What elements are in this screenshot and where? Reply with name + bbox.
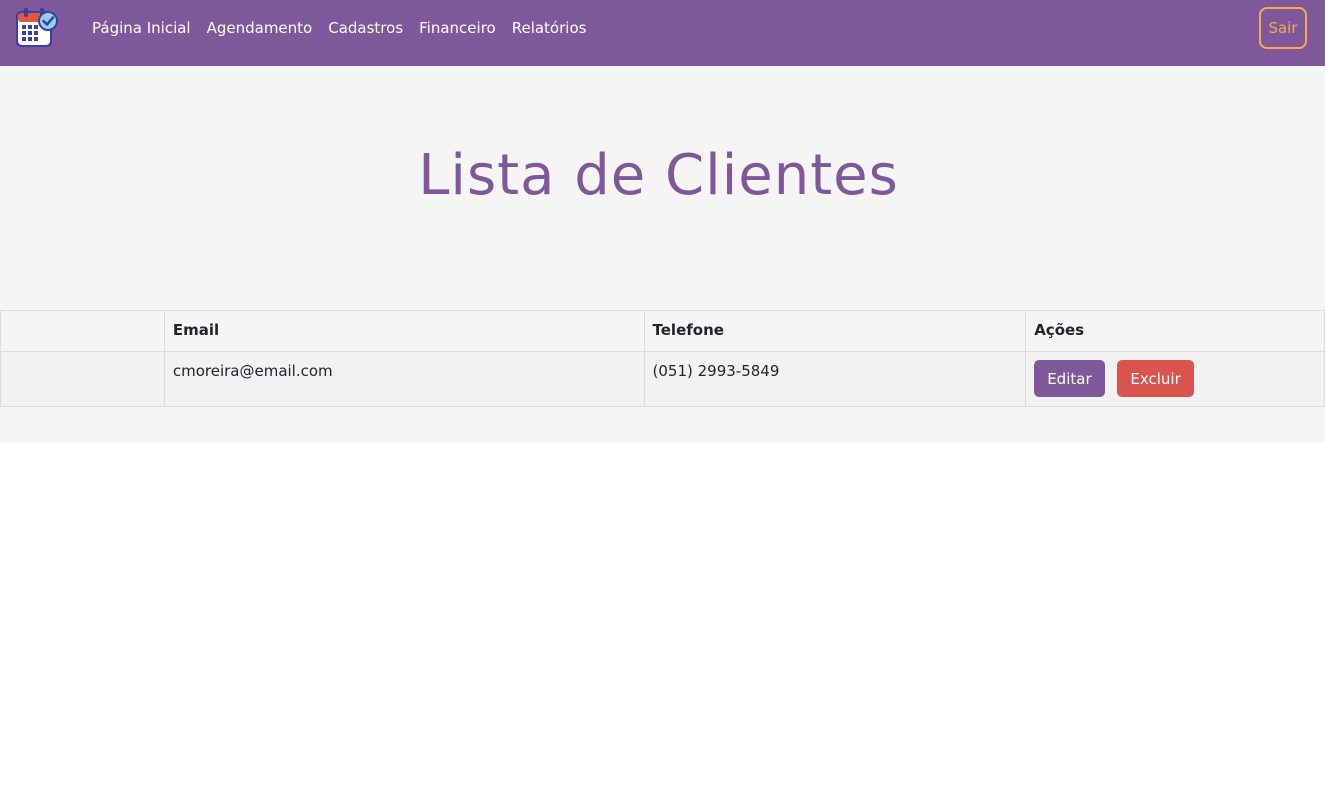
delete-button[interactable]: Excluir [1117,360,1194,397]
logout-button[interactable]: Sair [1259,7,1307,49]
column-header-phone: Telefone [643,310,1027,352]
cell-actions: Editar Excluir [1025,351,1325,407]
main-content: Lista de Clientes Email Telefone Ações c… [0,66,1325,443]
nav-links: Página Inicial Agendamento Cadastros Fin… [92,0,602,56]
cell-phone: (051) 2993-5849 [643,351,1027,407]
column-header-actions: Ações [1025,310,1325,352]
nav-link-registrations[interactable]: Cadastros [328,19,403,37]
column-header-name [0,310,165,352]
table-header-row: Email Telefone Ações [0,310,1325,352]
cell-email: cmoreira@email.com [163,351,645,407]
cell-name [0,351,165,407]
page-title: Lista de Clientes [418,143,899,208]
top-navbar: Página Inicial Agendamento Cadastros Fin… [0,0,1325,66]
table-row: cmoreira@email.com (051) 2993-5849 Edita… [0,351,1325,407]
nav-link-home[interactable]: Página Inicial [92,19,191,37]
calendar-check-icon[interactable] [13,6,59,50]
column-header-email: Email [163,310,645,352]
nav-link-financial[interactable]: Financeiro [419,19,496,37]
nav-link-scheduling[interactable]: Agendamento [207,19,313,37]
edit-button[interactable]: Editar [1034,360,1105,397]
nav-link-reports[interactable]: Relatórios [512,19,587,37]
clients-table: Email Telefone Ações cmoreira@email.com … [0,310,1325,407]
